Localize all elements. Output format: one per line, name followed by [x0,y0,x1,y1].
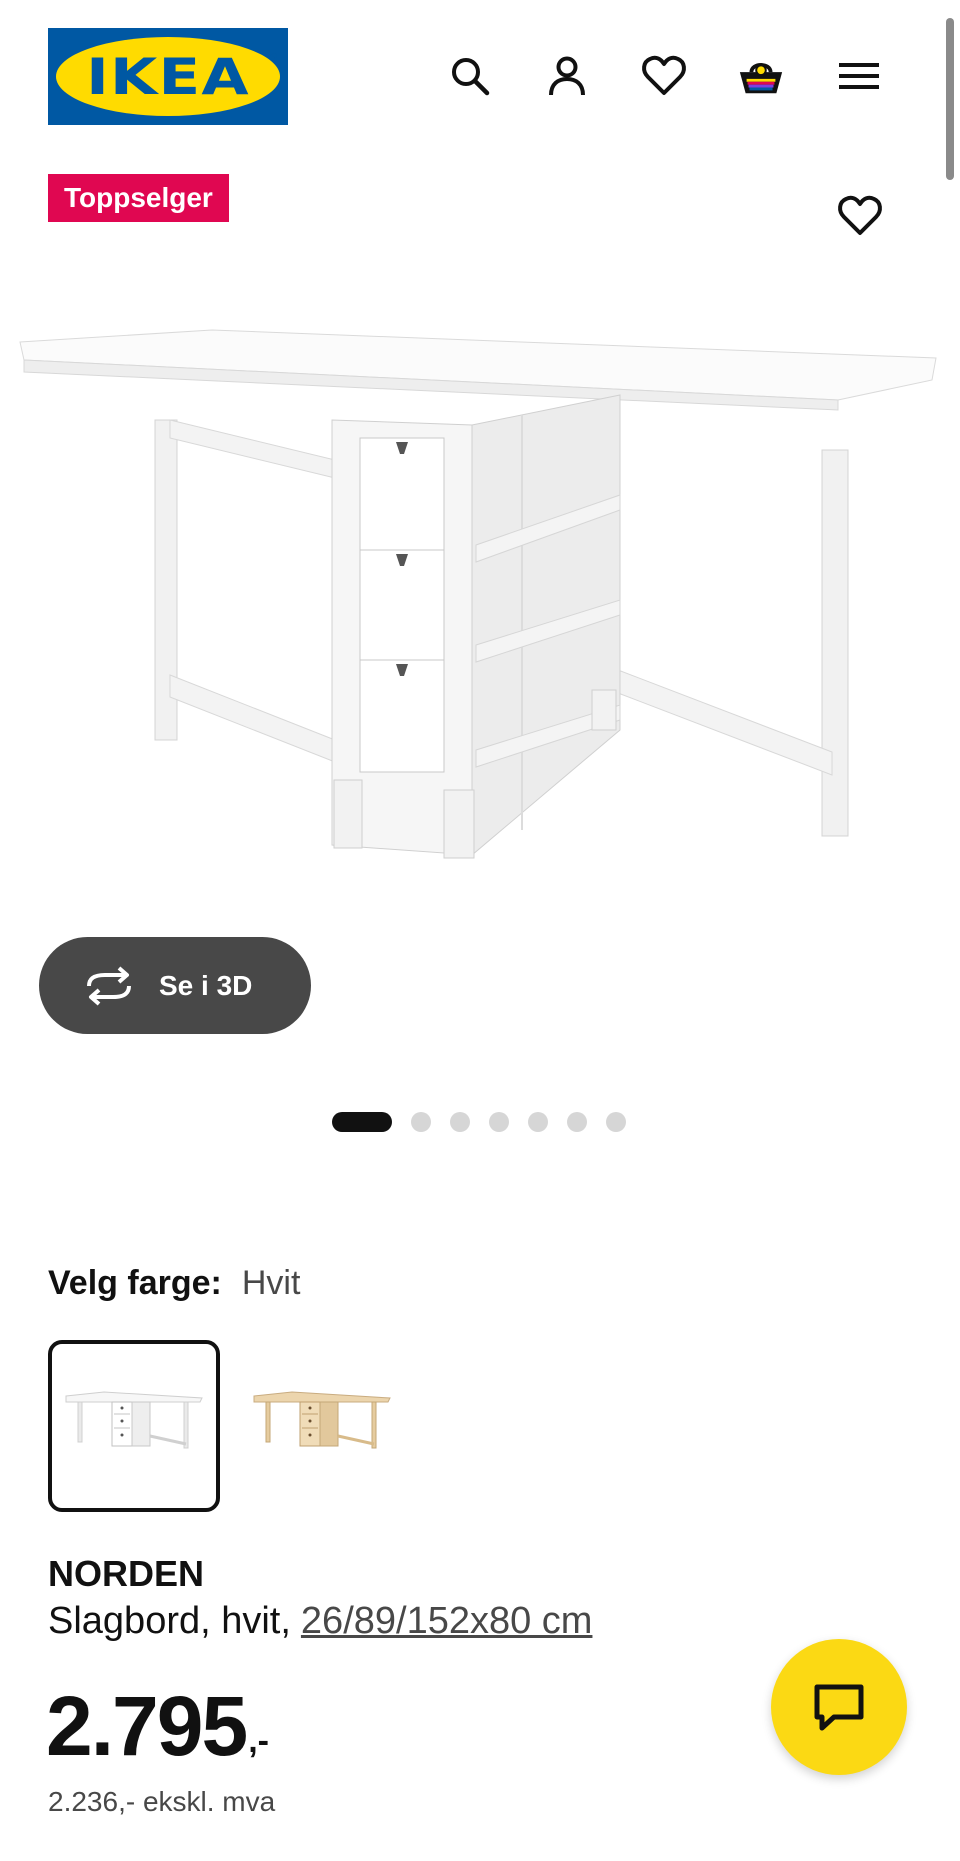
search-icon[interactable] [446,52,494,100]
price-suffix: ,- [248,1722,269,1760]
favorites-icon[interactable] [640,52,688,100]
carousel-dot[interactable] [489,1112,509,1132]
ikea-logo[interactable]: IKEA ® [48,28,288,125]
price-excl-vat: 2.236,- ekskl. mva [48,1786,276,1817]
header: IKEA ® [0,0,960,150]
carousel-dot[interactable] [567,1112,587,1132]
product-name: NORDEN [48,1553,205,1594]
registered-mark: ® [270,52,278,63]
carousel-dot[interactable] [411,1112,431,1132]
birch-table-thumbnail [253,1391,391,1449]
color-value: Hvit [241,1264,301,1302]
carousel-dot[interactable] [606,1112,626,1132]
product-image[interactable] [0,300,960,880]
product-price: 2.795 ,- [46,1678,269,1774]
carousel-dot[interactable] [450,1112,470,1132]
bestseller-badge: Toppselger [48,174,229,222]
product-dimensions-link[interactable]: 26/89/152x80 cm [301,1600,593,1642]
white-table-thumbnail [65,1391,203,1449]
chat-button[interactable] [771,1639,907,1775]
logo-text: IKEA [86,47,250,106]
product-type: Slagbord, hvit, [48,1600,291,1642]
view-in-3d-label: Se i 3D [159,969,253,1001]
cart-icon[interactable] [737,52,785,100]
chat-bubble-icon [814,1684,864,1731]
color-selector-label: Velg farge: Hvit [48,1264,300,1303]
color-label: Velg farge: [48,1264,222,1302]
account-icon[interactable] [543,52,591,100]
image-carousel-indicator [332,1111,626,1133]
color-swatch-birch[interactable] [236,1340,408,1512]
rotate-3d-icon [87,965,131,1006]
menu-icon[interactable] [835,52,883,100]
color-swatch-white[interactable] [48,1340,220,1512]
add-to-favorites-heart-icon[interactable] [834,190,886,242]
carousel-dot[interactable] [528,1112,548,1132]
carousel-dot-active[interactable] [332,1112,392,1132]
product-description: Slagbord, hvit, 26/89/152x80 cm [48,1600,592,1643]
price-main: 2.795 [46,1679,248,1773]
view-in-3d-button[interactable]: Se i 3D [39,937,311,1034]
